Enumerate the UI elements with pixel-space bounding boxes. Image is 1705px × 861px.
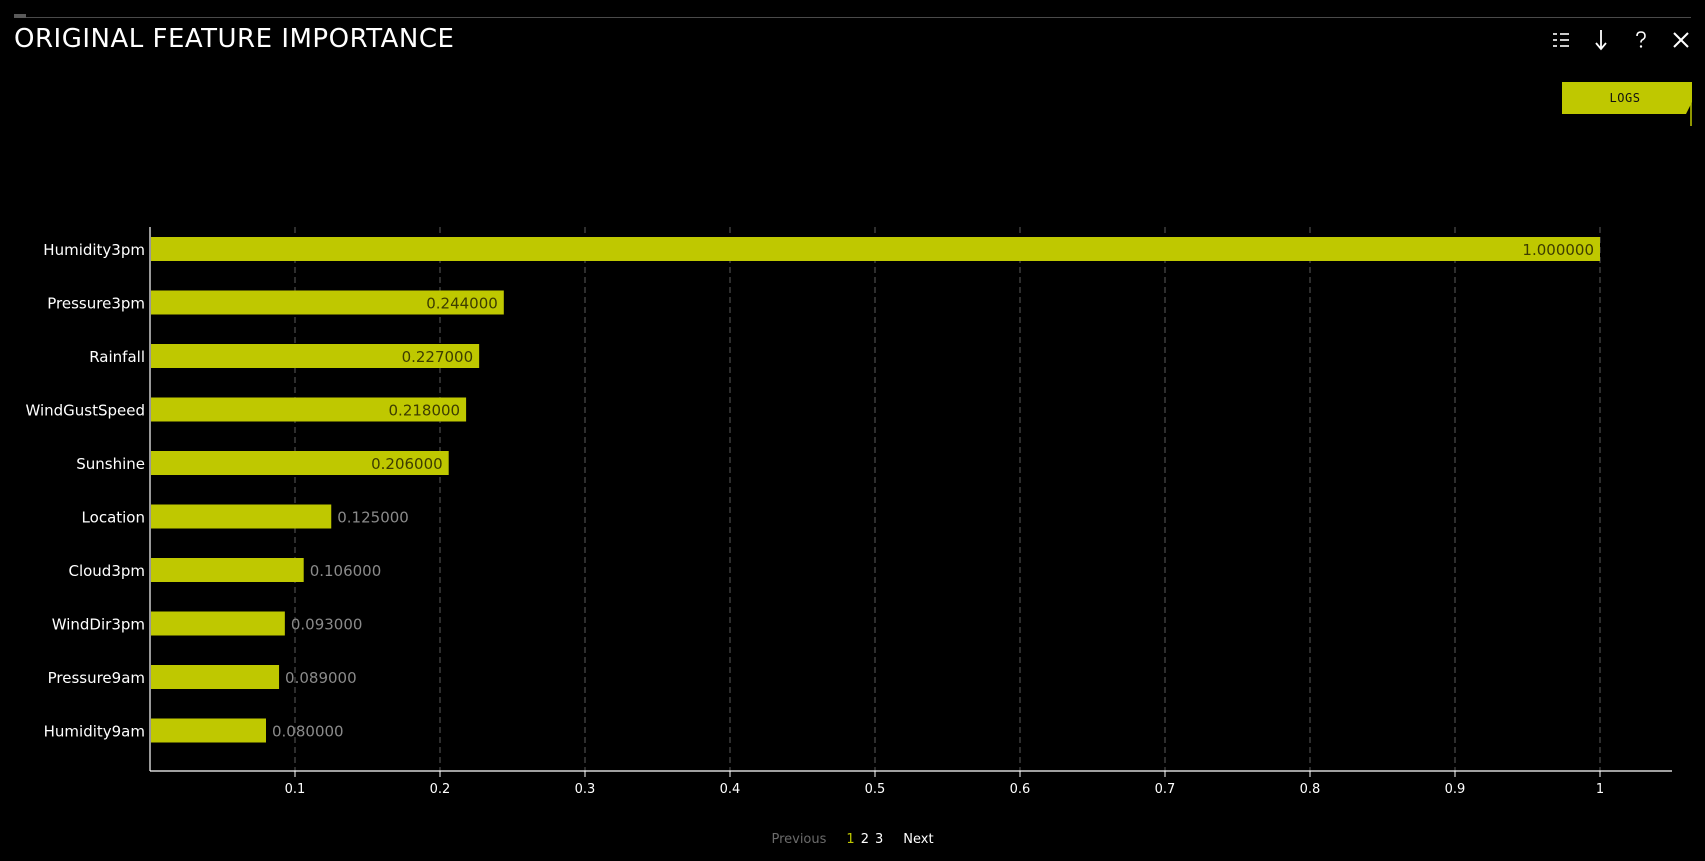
bar: [151, 558, 304, 582]
bar-value-label: 0.093000: [291, 616, 363, 634]
page-link-2[interactable]: 2: [861, 832, 869, 847]
page-link-1[interactable]: 1: [846, 832, 854, 847]
bar-value-label: 0.125000: [337, 509, 409, 527]
bar: [151, 504, 332, 529]
y-tick-label: Rainfall: [89, 348, 145, 366]
y-tick-label: Sunshine: [76, 455, 145, 473]
bar: [151, 665, 280, 689]
bar-value-label: 0.106000: [310, 562, 382, 580]
feature-importance-chart: Humidity3pm 1.000000 Pressure3pm 0.244000 Ra…: [25, 227, 1672, 797]
feature-importance-panel: ORIGINAL FEATURE IMPORTANCE LOGS Humidit…: [0, 0, 1705, 861]
x-tick-label: 0.4: [720, 782, 741, 797]
y-tick-label: Location: [82, 509, 145, 527]
page-link-3[interactable]: 3: [875, 832, 883, 847]
x-tick-label: 0.8: [1300, 782, 1321, 797]
y-tick-label: Humidity9am: [44, 723, 145, 741]
x-tick-label: 1: [1596, 782, 1604, 797]
bar-value-label: 0.218000: [389, 402, 461, 420]
x-tick-label: 0.1: [285, 782, 306, 797]
pagination: Previous 1 2 3 Next: [0, 832, 1705, 847]
x-tick-label: 0.9: [1445, 782, 1466, 797]
x-tick-label: 0.6: [1010, 782, 1031, 797]
bar: [151, 237, 1600, 261]
x-axis-ticks: 0.1 0.2 0.3 0.4 0.5 0.6 0.7 0.8 0.9 1: [285, 771, 1604, 797]
previous-page-link[interactable]: Previous: [771, 832, 826, 847]
x-tick-label: 0.2: [430, 782, 451, 797]
y-tick-label: WindDir3pm: [52, 616, 145, 634]
y-tick-label: Humidity3pm: [43, 241, 145, 259]
bar-value-label: 0.227000: [402, 348, 474, 366]
bar-value-label: 0.244000: [426, 295, 498, 313]
chart-bars: Humidity3pm 1.000000 Pressure3pm 0.244000 Ra…: [25, 237, 1600, 743]
y-tick-label: Pressure3pm: [47, 295, 145, 313]
bar-value-label: 0.206000: [371, 455, 443, 473]
bar: [151, 718, 266, 743]
bar-value-label: 0.080000: [272, 723, 344, 741]
y-tick-label: Pressure9am: [48, 669, 145, 687]
y-tick-label: WindGustSpeed: [25, 402, 145, 420]
x-tick-label: 0.5: [865, 782, 886, 797]
bar-value-label: 0.089000: [285, 669, 357, 687]
bar: [151, 611, 285, 636]
y-tick-label: Cloud3pm: [68, 562, 145, 580]
x-tick-label: 0.7: [1155, 782, 1176, 797]
x-tick-label: 0.3: [575, 782, 596, 797]
next-page-link[interactable]: Next: [903, 832, 933, 847]
bar-value-label: 1.000000: [1522, 241, 1594, 259]
